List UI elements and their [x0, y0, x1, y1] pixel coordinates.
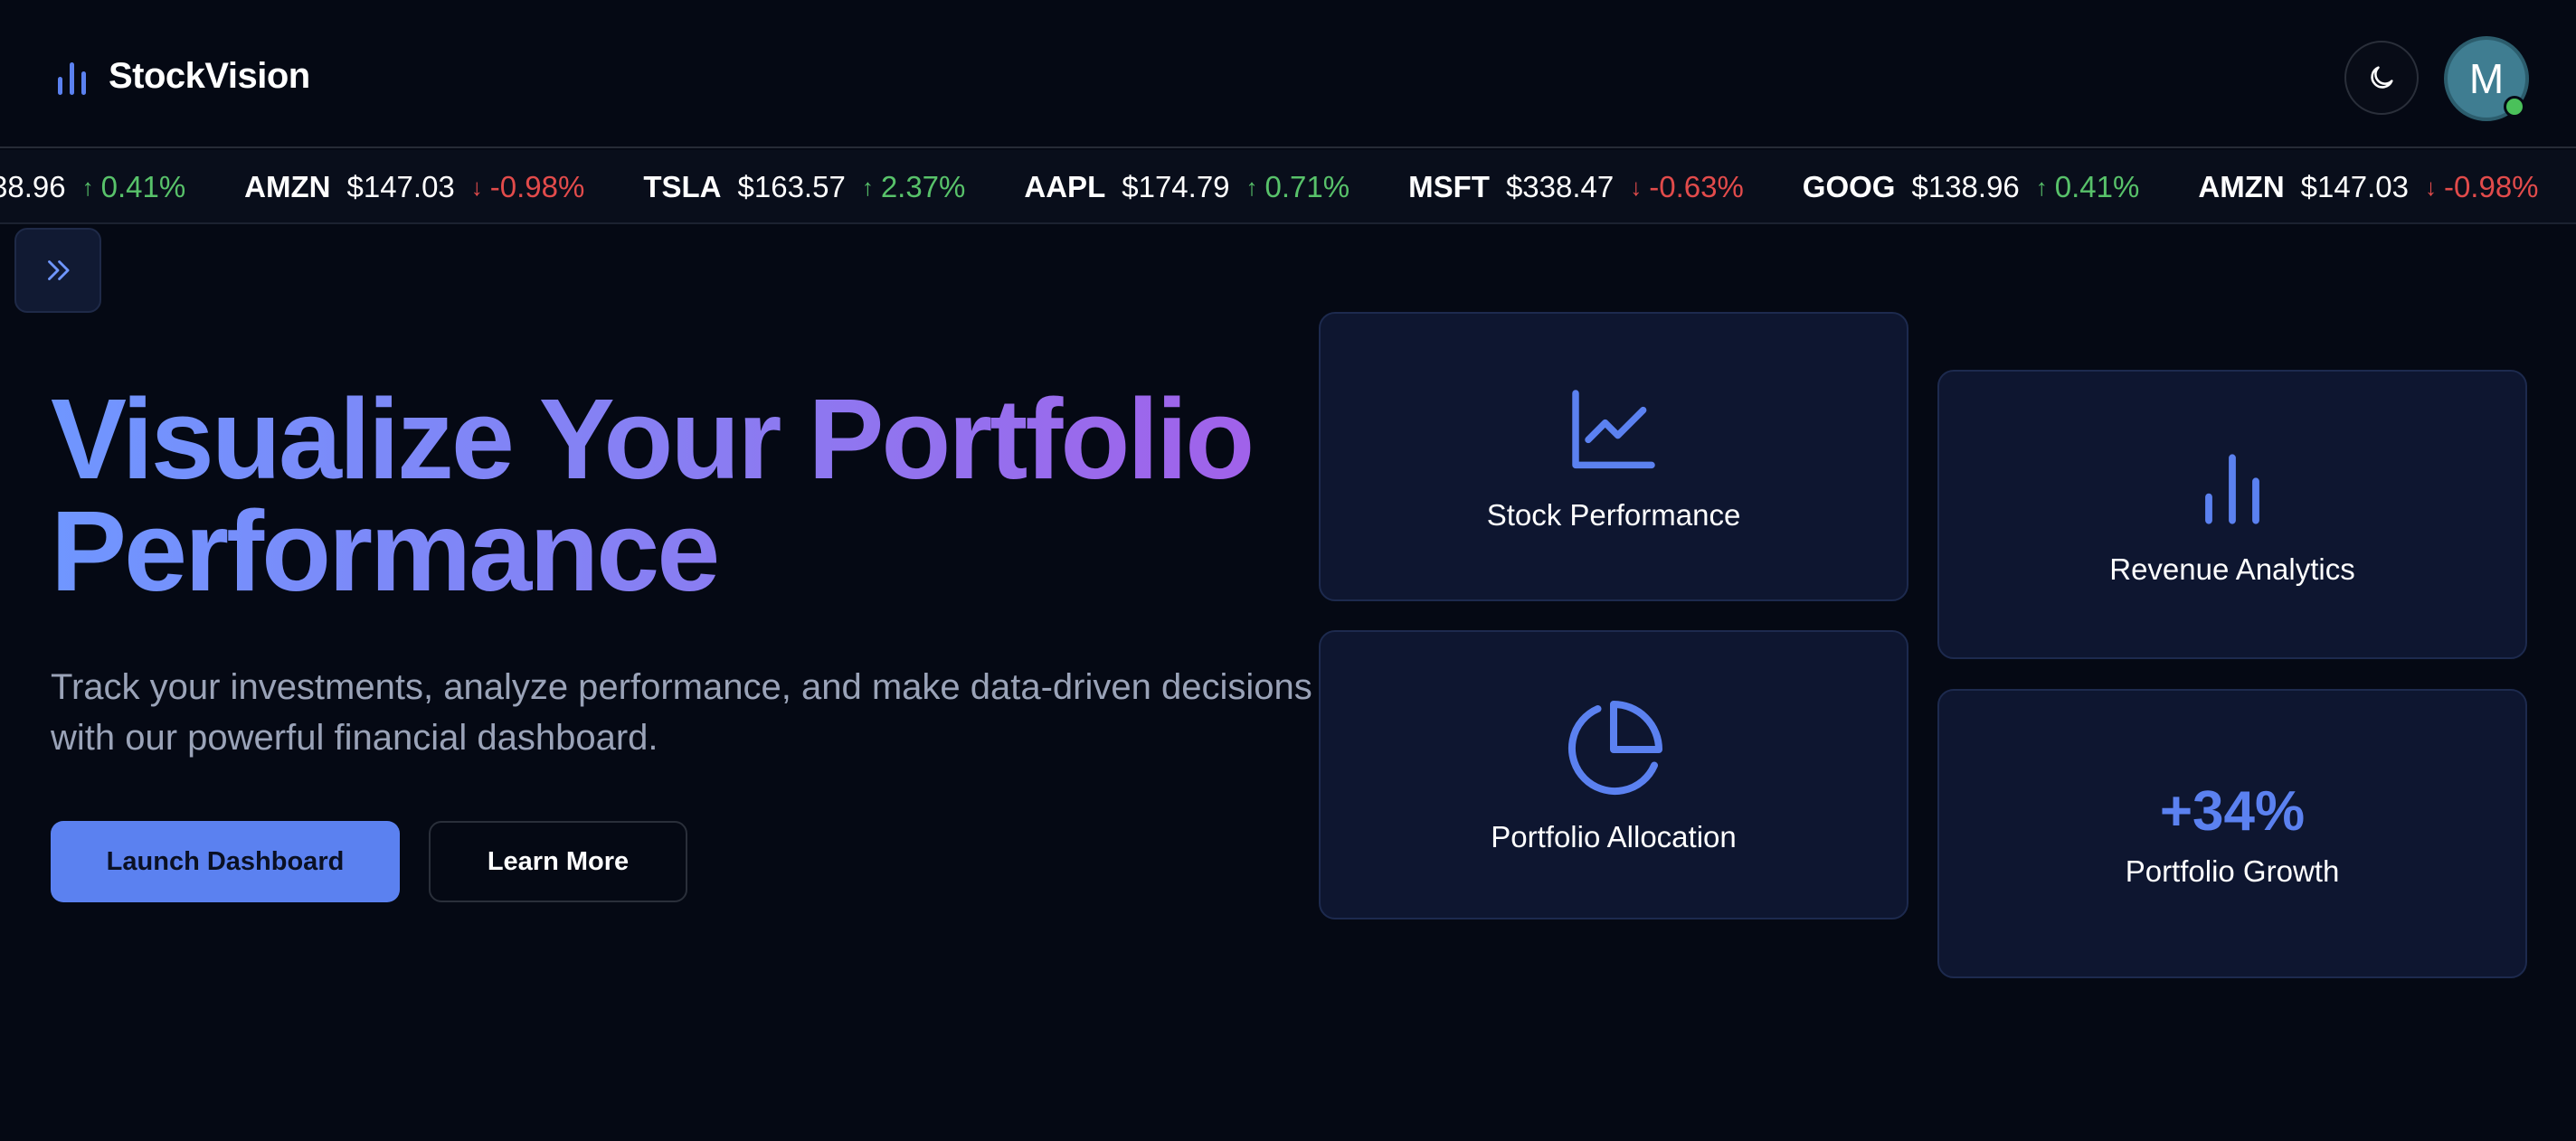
pie-chart-icon	[1567, 701, 1662, 796]
hero-title-line-2: Performance	[51, 487, 718, 615]
ticker-change: -0.98%	[489, 170, 585, 203]
growth-value: +34%	[2159, 779, 2306, 843]
ticker-symbol: MSFT	[1408, 170, 1490, 203]
online-status-dot	[2504, 96, 2525, 118]
ticker-item[interactable]: AAPL $174.79 ↑ 0.71%	[1024, 170, 1350, 204]
ticker-price: $338.47	[1505, 170, 1615, 203]
theme-toggle-button[interactable]	[2344, 41, 2419, 115]
ticker-price: $138.96	[1911, 170, 2020, 203]
ticker-track: 38.96↑0.41%AMZN$147.03↓-0.98%TSLA$163.57…	[0, 150, 2576, 222]
ticker-change: -0.63%	[1649, 170, 1744, 203]
brand-logo[interactable]: StockVision	[56, 56, 310, 97]
ticker-item[interactable]: GOOG $138.96 ↑ 0.41%	[1803, 170, 2140, 204]
hero-title-line-1: Visualize Your Portfolio	[51, 375, 1253, 503]
page: StockVision M 38.96↑0.41%AMZN$147.03↓-0.…	[0, 0, 2576, 1141]
arrow-down-icon: ↓	[1630, 173, 1643, 201]
arrow-up-icon: ↑	[2035, 173, 2048, 201]
ticker-item[interactable]: 38.96 ↑0.41%	[0, 170, 185, 204]
brand-name: StockVision	[109, 56, 310, 96]
ticker-change: 0.41%	[2054, 170, 2140, 203]
ticker-symbol: AMZN	[244, 170, 331, 203]
stock-performance-card[interactable]: Stock Performance	[1319, 312, 1908, 601]
ticker-change: 2.37%	[880, 170, 966, 203]
line-chart-icon	[1572, 390, 1655, 469]
avatar-initial: M	[2468, 55, 2505, 102]
moon-icon	[2371, 66, 2393, 89]
ticker-price: $147.03	[346, 170, 455, 203]
ticker-change: 0.71%	[1264, 170, 1350, 203]
launch-dashboard-button[interactable]: Launch Dashboard	[51, 821, 400, 902]
ticker-symbol: TSLA	[643, 170, 722, 203]
hero-subtitle: Track your investments, analyze performa…	[51, 667, 1312, 758]
bar-chart-icon	[58, 61, 86, 95]
arrow-down-icon: ↓	[470, 173, 483, 201]
revenue-analytics-card[interactable]: Revenue Analytics	[1937, 370, 2527, 659]
ticker-symbol: GOOG	[1802, 170, 1896, 203]
bar-chart-icon	[2205, 454, 2259, 524]
ticker-symbol: AMZN	[2198, 170, 2285, 203]
top-navbar: StockVision M	[0, 0, 2576, 148]
hero-title: Visualize Your Portfolio Performance	[51, 383, 1317, 608]
portfolio-growth-card[interactable]: +34% Portfolio Growth	[1937, 689, 2527, 978]
ticker-symbol: AAPL	[1024, 170, 1106, 203]
ticker-change: 0.41%	[100, 170, 186, 203]
stock-ticker: 38.96↑0.41%AMZN$147.03↓-0.98%TSLA$163.57…	[0, 150, 2576, 224]
ticker-item[interactable]: AMZN $147.03 ↓ -0.98%	[2198, 170, 2538, 204]
learn-more-button[interactable]: Learn More	[429, 821, 687, 902]
sidebar-expand-button[interactable]	[14, 228, 101, 313]
ticker-item[interactable]: TSLA $163.57 ↑ 2.37%	[643, 170, 965, 204]
card-label: Portfolio Allocation	[1491, 820, 1737, 853]
card-label: Stock Performance	[1486, 498, 1741, 532]
ticker-price: $147.03	[2300, 170, 2409, 203]
ticker-price: 38.96	[0, 170, 66, 203]
arrow-up-icon: ↑	[81, 173, 94, 201]
portfolio-allocation-card[interactable]: Portfolio Allocation	[1319, 630, 1908, 919]
ticker-change: -0.98%	[2443, 170, 2539, 203]
ticker-price: $174.79	[1122, 170, 1230, 203]
card-label: Portfolio Growth	[2125, 853, 2340, 888]
ticker-price: $163.57	[737, 170, 846, 203]
card-label: Revenue Analytics	[2109, 552, 2355, 586]
arrow-up-icon: ↑	[1245, 173, 1258, 201]
ticker-item[interactable]: AMZN $147.03 ↓ -0.98%	[244, 170, 584, 204]
chevrons-right-icon	[48, 260, 70, 280]
arrow-down-icon: ↓	[2424, 173, 2437, 201]
arrow-up-icon: ↑	[861, 173, 874, 201]
ticker-item[interactable]: MSFT $338.47 ↓ -0.63%	[1408, 170, 1744, 204]
